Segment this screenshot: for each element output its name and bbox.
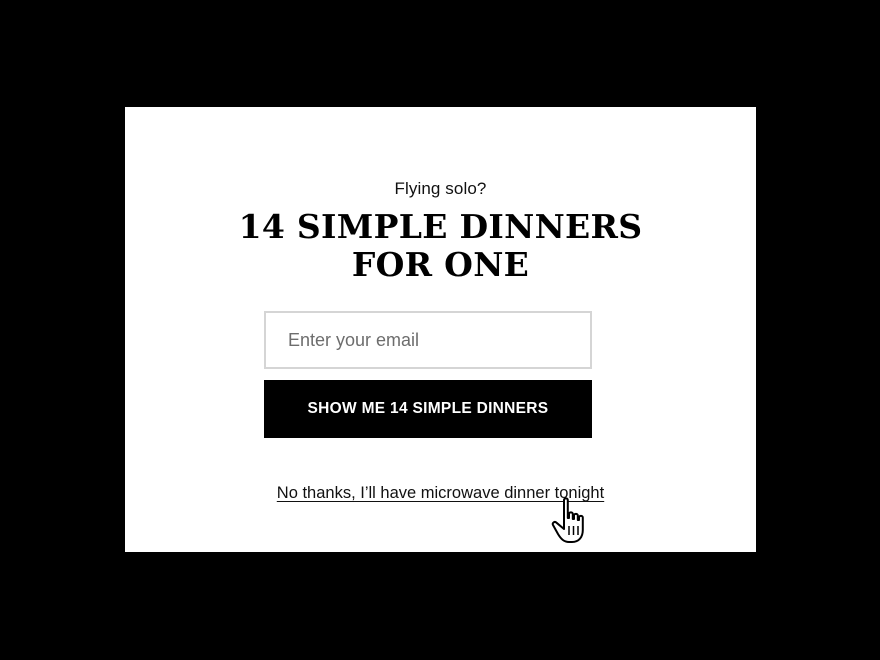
decline-link[interactable]: No thanks, I’ll have microwave dinner to… bbox=[125, 484, 756, 503]
headline-line-2: FOR ONE bbox=[351, 245, 530, 284]
newsletter-modal: Flying solo? 14 SIMPLE DINNERS FOR ONE S… bbox=[125, 107, 756, 552]
headline-line-1: 14 SIMPLE DINNERS bbox=[238, 207, 643, 246]
email-input[interactable] bbox=[264, 311, 592, 369]
modal-headline: 14 SIMPLE DINNERS FOR ONE bbox=[125, 208, 756, 284]
modal-eyebrow: Flying solo? bbox=[394, 179, 487, 198]
submit-button[interactable]: SHOW ME 14 SIMPLE DINNERS bbox=[264, 380, 592, 438]
